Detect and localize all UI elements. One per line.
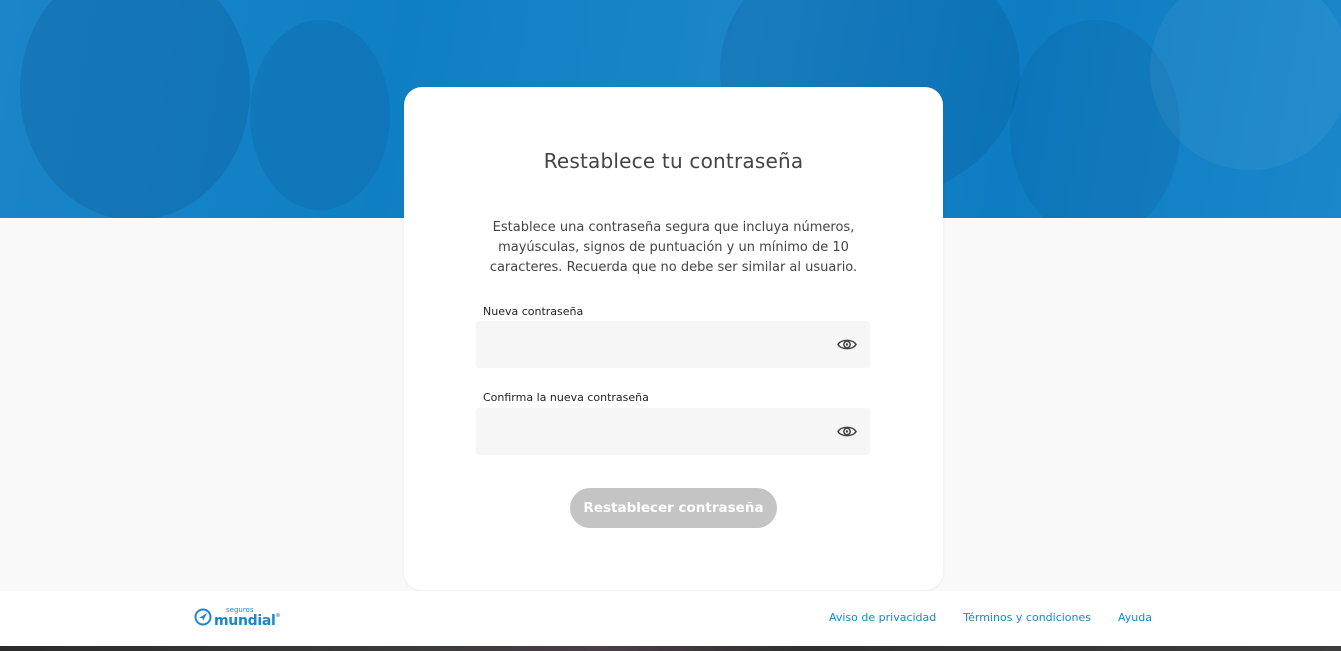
reset-password-card: Restablece tu contraseña Establece una c… [404, 87, 943, 590]
eye-icon[interactable] [837, 423, 857, 440]
hero-background-shape [20, 0, 250, 218]
confirm-password-field-wrapper [476, 408, 870, 455]
eye-icon[interactable] [837, 336, 857, 353]
help-link[interactable]: Ayuda [1118, 611, 1152, 624]
logo-big-text: mundial® [214, 612, 281, 629]
bottom-image-strip [0, 646, 1341, 651]
password-requirements-text: Establece una contraseña segura que incl… [489, 220, 858, 275]
terms-conditions-link[interactable]: Términos y condiciones [963, 611, 1091, 624]
new-password-input[interactable] [476, 321, 826, 368]
confirm-password-label: Confirma la nueva contraseña [483, 391, 649, 404]
hero-background-shape [250, 20, 390, 210]
new-password-label: Nueva contraseña [483, 305, 584, 318]
page-title: Restablece tu contraseña [543, 149, 804, 173]
reset-password-button[interactable]: Restablecer contraseña [570, 488, 777, 528]
seguros-mundial-logo[interactable]: seguros mundial® [194, 605, 280, 629]
logo-brand-name: mundial [214, 612, 276, 629]
compass-arrow-icon [194, 608, 212, 626]
new-password-field-wrapper [476, 321, 870, 368]
footer: seguros mundial® Aviso de privacidad Tér… [0, 591, 1341, 646]
logo-wordmark: seguros mundial® [214, 606, 281, 629]
privacy-notice-link[interactable]: Aviso de privacidad [829, 611, 936, 624]
registered-mark: ® [275, 612, 281, 619]
footer-links: Aviso de privacidad Términos y condicion… [829, 611, 1152, 624]
confirm-password-input[interactable] [476, 408, 826, 455]
